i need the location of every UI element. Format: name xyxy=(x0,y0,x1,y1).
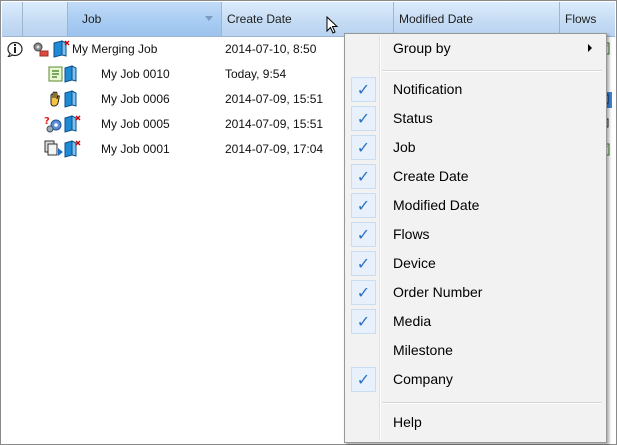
svg-text:?: ? xyxy=(44,116,50,127)
job-name-cell: My Job 0005 xyxy=(101,117,170,131)
menu-item-milestone[interactable]: Milestone xyxy=(347,336,604,365)
checkmark-icon: ✓ xyxy=(351,222,376,247)
menu-item-label: Flows xyxy=(393,226,430,242)
job-document-icon xyxy=(64,140,82,161)
checkmark-icon: ✓ xyxy=(351,251,376,276)
menu-item-job[interactable]: ✓ Job xyxy=(347,133,604,162)
column-header-flows[interactable]: Flows xyxy=(560,2,615,36)
menu-item-label: Media xyxy=(393,313,432,329)
checkmark-icon: ✓ xyxy=(351,367,376,392)
menu-item-help-label: Help xyxy=(393,414,422,430)
job-document-icon xyxy=(64,115,82,136)
menu-item-label: Job xyxy=(393,139,416,155)
column-header-create-date-label: Create Date xyxy=(227,12,292,26)
menu-item-label: Company xyxy=(393,371,453,387)
checkmark-icon: ✓ xyxy=(351,135,376,160)
job-name-cell: My Job 0006 xyxy=(101,92,170,106)
job-name-cell: My Job 0001 xyxy=(101,142,170,156)
column-header-flows-label: Flows xyxy=(565,12,597,26)
column-header-modified-date[interactable]: Modified Date xyxy=(394,2,560,36)
create-date-cell: 2014-07-09, 15:51 xyxy=(225,92,324,106)
menu-item-group-by-label: Group by xyxy=(393,40,451,56)
checkmark-icon: ✓ xyxy=(351,309,376,334)
job-name-cell: My Job 0010 xyxy=(101,67,170,81)
checkmark-icon: ✓ xyxy=(351,77,376,102)
menu-separator xyxy=(382,70,602,72)
job-document-icon xyxy=(52,40,70,61)
create-date-cell: 2014-07-09, 17:04 xyxy=(225,142,324,156)
menu-item-status[interactable]: ✓ Status xyxy=(347,104,604,133)
mouse-pointer-icon xyxy=(326,15,340,39)
column-header-row: Job Create Date Modified Date Flows xyxy=(2,2,615,37)
create-date-cell: 2014-07-09, 15:51 xyxy=(225,117,324,131)
column-header-create-date[interactable]: Create Date xyxy=(222,2,394,36)
menu-item-label: Create Date xyxy=(393,168,469,184)
menu-item-label: Status xyxy=(393,110,433,126)
menu-item-group-by[interactable]: Group by xyxy=(347,34,604,63)
copy-process-icon xyxy=(44,140,64,161)
column-header-modified-date-label: Modified Date xyxy=(399,12,474,26)
menu-item-media[interactable]: ✓ Media xyxy=(347,307,604,336)
info-icon[interactable] xyxy=(6,41,23,60)
error-gears-icon: ? xyxy=(44,115,64,136)
create-date-cell: 2014-07-10, 8:50 xyxy=(225,42,317,56)
menu-item-flows[interactable]: ✓ Flows xyxy=(347,220,604,249)
menu-item-label: Device xyxy=(393,255,436,271)
checkmark-icon: ✓ xyxy=(351,280,376,305)
column-header-notification[interactable] xyxy=(2,2,23,36)
column-header-job-label: Job xyxy=(82,12,102,26)
menu-item-label: Milestone xyxy=(393,342,453,358)
checkmark-icon: ✓ xyxy=(351,106,376,131)
column-header-status[interactable] xyxy=(23,2,68,36)
sort-descending-icon xyxy=(205,16,213,21)
job-document-icon xyxy=(64,90,78,111)
merge-job-icon xyxy=(32,41,50,60)
menu-item-order-number[interactable]: ✓ Order Number xyxy=(347,278,604,307)
job-document-icon xyxy=(64,65,78,86)
green-document-icon xyxy=(48,66,64,85)
menu-item-label: Order Number xyxy=(393,284,483,300)
create-date-cell: Today, 9:54 xyxy=(225,67,287,81)
menu-item-create-date[interactable]: ✓ Create Date xyxy=(347,162,604,191)
menu-item-notification[interactable]: ✓ Notification xyxy=(347,75,604,104)
menu-item-modified-date[interactable]: ✓ Modified Date xyxy=(347,191,604,220)
hand-hold-icon xyxy=(48,91,62,110)
submenu-arrow-icon xyxy=(588,44,592,52)
menu-item-company[interactable]: ✓ Company xyxy=(347,365,604,394)
checkmark-icon: ✓ xyxy=(351,193,376,218)
menu-item-device[interactable]: ✓ Device xyxy=(347,249,604,278)
menu-item-help[interactable]: Help xyxy=(347,408,604,437)
job-name-cell: My Merging Job xyxy=(72,42,158,56)
menu-item-label: Notification xyxy=(393,81,463,97)
menu-item-label: Modified Date xyxy=(393,197,480,213)
menu-separator xyxy=(382,402,602,404)
column-chooser-context-menu: Group by ✓ Notification ✓ Status ✓ Job ✓… xyxy=(344,33,607,443)
column-header-job[interactable]: Job xyxy=(68,2,222,36)
checkmark-icon: ✓ xyxy=(351,164,376,189)
